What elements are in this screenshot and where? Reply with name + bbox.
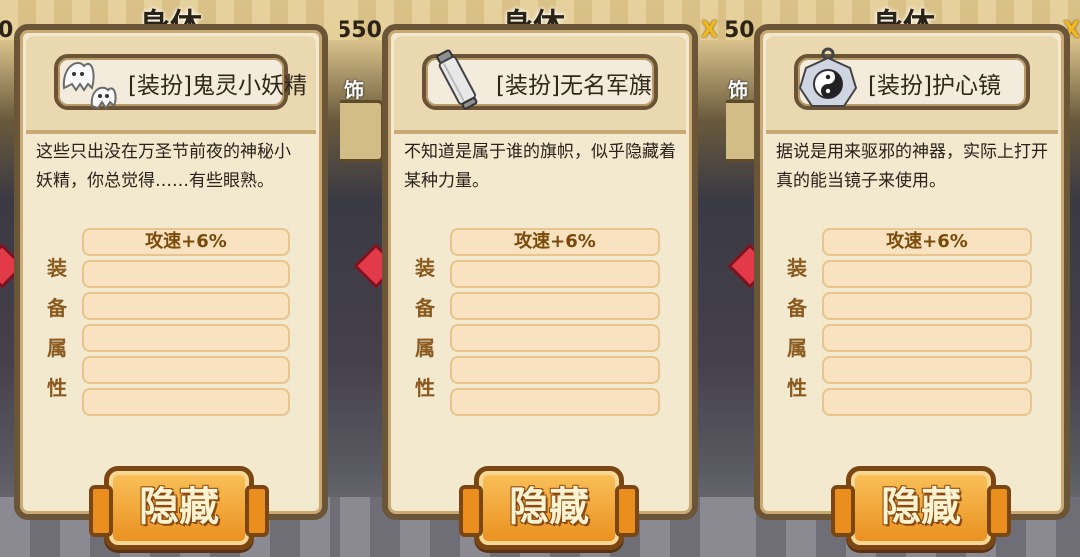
panel-3: 饰 50 X 身体 [装扮]护心镜 据说是用来驱邪的神器，实际上打开真的能当镜子… [726, 0, 1080, 557]
hide-button[interactable]: 隐藏 [89, 466, 269, 550]
attribute-slot [822, 260, 1032, 288]
item-description: 不知道是属于谁的旗帜，似乎隐藏着某种力量。 [404, 142, 676, 191]
hide-button[interactable]: 隐藏 [831, 466, 1011, 550]
panel-2: 饰 550 X 身体 [装扮]无名军旗 不知道是属于谁的旗帜，似乎隐藏着某种力量… [340, 0, 726, 557]
card-header: [装扮]鬼灵小妖精 [26, 36, 316, 134]
card-header: [装扮]护心镜 [766, 36, 1058, 134]
attribute-slot [450, 388, 660, 416]
item-detail-card: [装扮]鬼灵小妖精 这些只出没在万圣节前夜的神秘小妖精，你总觉得……有些眼熟。 … [14, 24, 328, 520]
item-name: [装扮]无名军旗 [496, 73, 652, 99]
card-header: [装扮]无名军旗 [394, 36, 686, 134]
attr-label-char: 性 [787, 376, 807, 400]
attribute-slot [822, 292, 1032, 320]
attribute-slot [450, 292, 660, 320]
bagua-mirror-icon [798, 47, 858, 107]
panel-1: 0 身体 [装扮]鬼灵小妖精 这些只出没在万圣节前夜的神秘小妖精，你总觉得……有… [0, 0, 340, 557]
item-name-plate: [装扮]无名军旗 [422, 49, 658, 110]
attr-label-char: 装 [787, 256, 807, 280]
attr-label-char: 属 [47, 336, 67, 360]
hide-button[interactable]: 隐藏 [459, 466, 639, 550]
flag-icon [436, 49, 478, 110]
attr-label-char: 属 [415, 336, 435, 360]
side-slot-tag: 饰 [728, 78, 748, 102]
item-name-plate: [装扮]护心镜 [794, 47, 1030, 110]
attr-label-char: 装 [415, 256, 435, 280]
attribute-slot: 攻速+6% [82, 228, 290, 256]
attribute-slot: 攻速+6% [822, 228, 1032, 256]
attribute-slot [822, 324, 1032, 352]
attribute-slot [450, 356, 660, 384]
attribute-slot [82, 388, 290, 416]
item-name-plate: [装扮]鬼灵小妖精 [54, 54, 307, 110]
attr-label-char: 性 [415, 376, 435, 400]
side-slot-tag: 饰 [344, 78, 364, 102]
attribute-slot [82, 324, 290, 352]
attribute-slot [822, 356, 1032, 384]
ghost-icon [62, 61, 117, 110]
side-slot-frame [340, 100, 384, 162]
attr-label-char: 备 [47, 296, 67, 320]
attr-label-char: 性 [47, 376, 67, 400]
attribute-slot [82, 356, 290, 384]
attr-label-char: 备 [787, 296, 807, 320]
attribute-slot [450, 324, 660, 352]
attribute-slot [450, 260, 660, 288]
attr-label-char: 装 [47, 256, 67, 280]
attr-label-char: 属 [787, 336, 807, 360]
item-name: [装扮]护心镜 [868, 73, 1001, 99]
item-detail-card: [装扮]无名军旗 不知道是属于谁的旗帜，似乎隐藏着某种力量。 装 备 属 性 攻… [382, 24, 698, 520]
attribute-slot [822, 388, 1032, 416]
attribute-slot: 攻速+6% [450, 228, 660, 256]
attribute-slot [82, 260, 290, 288]
item-description: 据说是用来驱邪的神器，实际上打开真的能当镜子来使用。 [776, 142, 1048, 191]
item-name: [装扮]鬼灵小妖精 [128, 73, 307, 99]
attribute-slot [82, 292, 290, 320]
item-description: 这些只出没在万圣节前夜的神秘小妖精，你总觉得……有些眼熟。 [36, 142, 291, 191]
attr-label-char: 备 [415, 296, 435, 320]
item-detail-card: [装扮]护心镜 据说是用来驱邪的神器，实际上打开真的能当镜子来使用。 装 备 属… [754, 24, 1070, 520]
